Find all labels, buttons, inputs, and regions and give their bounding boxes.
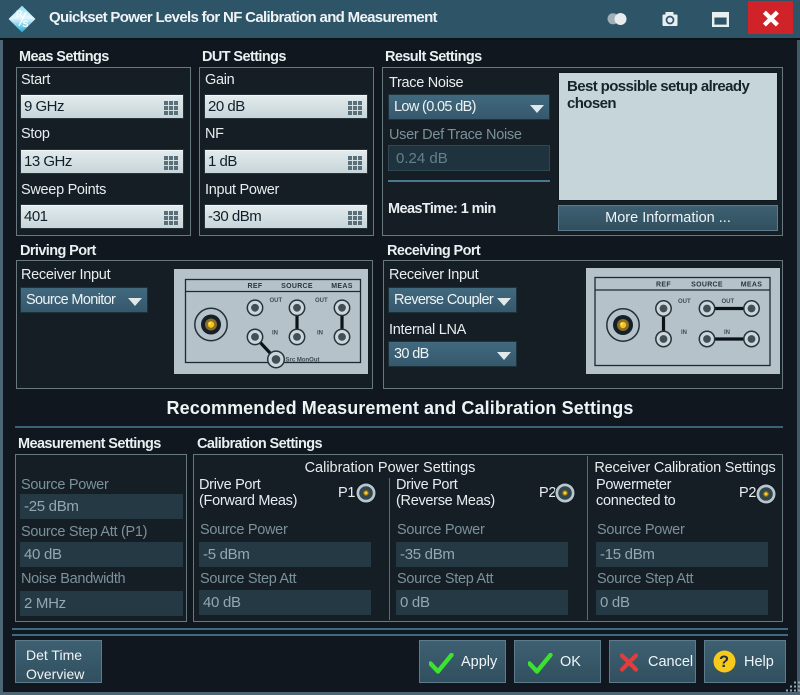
svg-text:S: S: [23, 19, 29, 29]
svg-text:OUT: OUT: [678, 299, 691, 305]
svg-text:OUT: OUT: [722, 299, 735, 305]
svg-text:MEAS: MEAS: [331, 283, 352, 290]
svg-text:MEAS: MEAS: [741, 282, 762, 289]
svg-text:REF: REF: [656, 282, 671, 289]
svg-text:?: ?: [719, 653, 729, 671]
svg-text:Src MonOut: Src MonOut: [286, 358, 320, 364]
svg-text:OUT: OUT: [270, 298, 283, 304]
svg-text:REF: REF: [248, 283, 263, 290]
svg-text:IN: IN: [272, 331, 278, 337]
svg-text:R: R: [16, 9, 23, 19]
svg-text:SOURCE: SOURCE: [691, 282, 723, 289]
svg-text:IN: IN: [317, 331, 323, 337]
svg-text:IN: IN: [681, 330, 687, 336]
svg-text:OUT: OUT: [315, 298, 328, 304]
svg-text:IN: IN: [724, 330, 730, 336]
svg-text:SOURCE: SOURCE: [281, 283, 313, 290]
